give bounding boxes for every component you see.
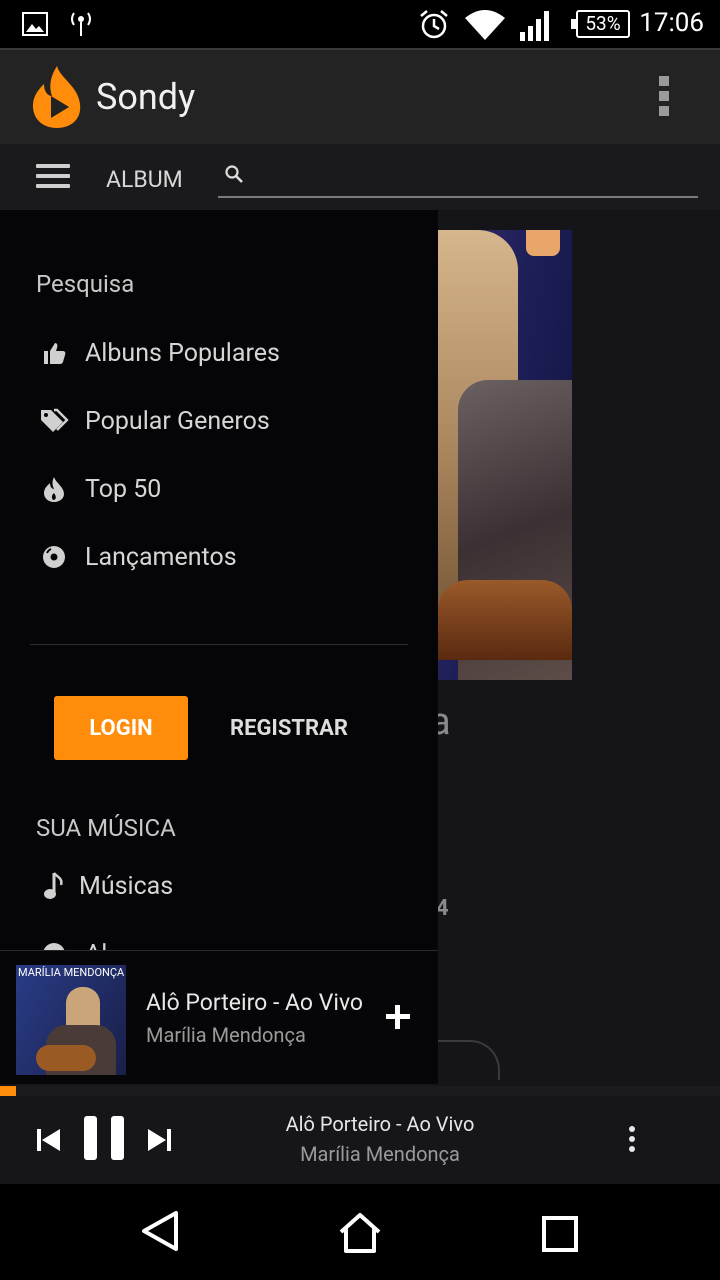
player-track-artist: Marília Mendonça [300,1142,460,1166]
playback-progress[interactable] [0,1086,720,1096]
cover-text: MARÍLIA MENDONÇA [18,966,125,979]
menu-item-label: Lançamentos [85,542,237,572]
search-icon [225,165,243,183]
thumbs-up-icon [36,337,72,369]
now-playing-card[interactable]: MARÍLIA MENDONÇA Alô Porteiro - Ao Vivo … [0,950,438,1084]
menu-item-label: Popular Generos [85,406,270,436]
disc-icon [36,541,72,573]
clock: 17:06 [639,8,704,38]
hamburger-menu-icon[interactable] [36,164,70,190]
your-music-section-label: SUA MÚSICA [36,814,176,842]
mini-track-title: Alô Porteiro - Ao Vivo [146,989,364,1016]
menu-item-popular-generos[interactable]: Popular Generos [36,393,416,449]
search-section-label: Pesquisa [36,270,135,298]
menu-item-lancamentos[interactable]: Lançamentos [36,529,416,585]
menu-item-top-50[interactable]: Top 50 [36,461,416,517]
image-icon [22,12,48,36]
system-nav-bar [0,1184,720,1280]
sondy-logo-icon [32,66,81,128]
menu-item-musicas[interactable]: Músicas [36,858,416,914]
player-track-title: Alô Porteiro - Ao Vivo [285,1112,475,1136]
toolbar: ALBUM [0,144,720,210]
battery-indicator: 53% [571,10,630,38]
fire-icon [36,473,72,505]
player-more-icon[interactable] [624,1126,640,1158]
drawer-divider [30,644,408,645]
app-title: Sondy [96,76,196,118]
app-bar: Sondy [0,48,720,144]
antenna-icon [71,12,91,36]
register-button[interactable]: REGISTRAR [216,696,362,760]
plus-icon[interactable] [384,1003,412,1031]
album-thumbnail: MARÍLIA MENDONÇA [16,965,126,1075]
music-note-icon [36,870,72,902]
home-icon[interactable] [338,1212,382,1254]
recents-icon[interactable] [542,1216,578,1252]
overflow-menu-icon[interactable] [650,76,678,120]
status-bar: 53% 17:06 [0,0,720,48]
search-bar[interactable] [218,158,698,198]
search-input[interactable] [252,158,692,194]
bottom-player: Alô Porteiro - Ao Vivo Marília Mendonça [0,1096,720,1184]
signal-icon [520,11,549,41]
tags-icon [36,405,72,437]
menu-item-label: Músicas [79,871,174,901]
login-button[interactable]: LOGIN [54,696,188,760]
back-icon[interactable] [140,1210,180,1252]
album-cover[interactable] [438,230,572,680]
alarm-icon [420,10,448,39]
album-tab[interactable]: ALBUM [106,166,183,193]
mini-track-artist: Marília Mendonça [146,1023,306,1047]
menu-item-label: Albuns Populares [85,338,280,368]
menu-item-albuns-populares[interactable]: Albuns Populares [36,325,416,381]
progress-fill [0,1086,16,1096]
wifi-icon [465,10,505,40]
menu-item-label: Top 50 [85,474,162,504]
